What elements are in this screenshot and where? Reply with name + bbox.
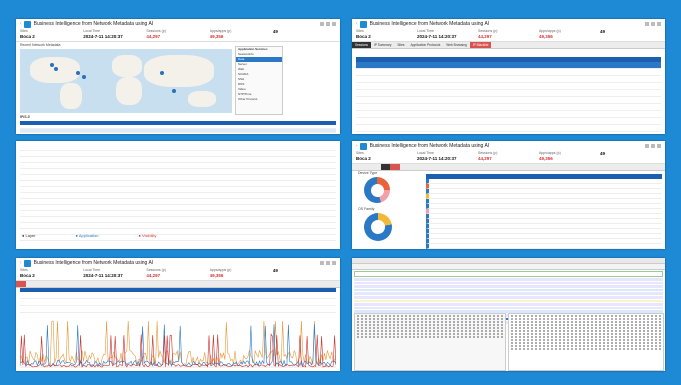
table-row[interactable] (356, 132, 661, 134)
table-row[interactable] (356, 104, 661, 111)
minimize-icon[interactable] (320, 22, 324, 26)
tab-ip-blacklist[interactable]: IP Blacklist (469, 42, 492, 48)
table-row[interactable] (356, 69, 661, 76)
device-type-donut[interactable] (364, 177, 390, 203)
close-icon[interactable] (332, 261, 336, 265)
location-pin-icon[interactable] (172, 89, 176, 93)
close-icon[interactable] (657, 144, 661, 148)
tab-sites[interactable]: Sites (394, 42, 407, 48)
location-pin-icon[interactable] (50, 63, 54, 67)
app-icon (359, 20, 367, 28)
ip-list-panel: ● Layer ● Application ● Visibility (16, 141, 340, 249)
apps-value: 49,356 (209, 34, 224, 39)
packet-details (354, 313, 506, 371)
tab[interactable] (380, 164, 391, 170)
device-table (426, 174, 662, 249)
close-icon[interactable] (657, 22, 661, 26)
footer-visibility: ● Visibility (138, 233, 157, 238)
location-pin-icon[interactable] (82, 75, 86, 79)
summary-table (20, 288, 336, 313)
tab[interactable] (47, 281, 57, 287)
back-icon[interactable]: ‹ (20, 260, 22, 266)
back-icon[interactable]: ‹ (356, 21, 358, 27)
minimize-icon[interactable] (645, 144, 649, 148)
location-pin-icon[interactable] (54, 67, 58, 71)
hex-view (508, 313, 664, 371)
sites-value: Boca 2 (20, 34, 35, 39)
display-filter-input[interactable] (354, 271, 663, 277)
toolbar (352, 264, 665, 270)
os-family-donut[interactable] (364, 213, 392, 241)
back-icon[interactable]: ‹ (20, 21, 22, 27)
table-row[interactable] (20, 306, 336, 313)
legend-item[interactable]: Other Protocol (236, 97, 282, 102)
window-title: Business Intelligence from Network Metad… (33, 260, 154, 266)
packet-capture-panel (352, 258, 665, 371)
window-titlebar: ‹ Business Intelligence from Network Met… (16, 19, 340, 29)
maximize-icon[interactable] (651, 144, 655, 148)
world-map[interactable] (20, 49, 232, 113)
tab[interactable] (362, 164, 372, 170)
map-dashboard-panel: ‹ Business Intelligence from Network Met… (16, 19, 340, 134)
table-row[interactable] (356, 90, 661, 97)
tab-web-browsing[interactable]: Web Browsing (443, 42, 470, 48)
footer-application: ● Application (75, 233, 99, 238)
close-icon[interactable] (332, 22, 336, 26)
app-icon (23, 259, 31, 267)
sessions-value: 44,297 (146, 34, 161, 39)
table-row[interactable] (356, 97, 661, 104)
tab-sessions[interactable]: Sessions (352, 42, 371, 48)
donut2-caption: OS Family (358, 207, 375, 211)
tab[interactable] (16, 281, 27, 287)
table-row[interactable] (20, 299, 336, 306)
device-panel: ‹ Business Intelligence from Network Met… (352, 141, 665, 249)
table-row[interactable] (356, 118, 661, 125)
ip-list-table (20, 145, 336, 241)
tab-app-protocols[interactable]: Application Protocols (408, 42, 444, 48)
table-row[interactable] (356, 125, 661, 132)
table-row[interactable] (356, 76, 661, 83)
window-title: Business Intelligence from Network Metad… (33, 21, 154, 27)
stats-bar: Sites Boca 2 Local Time 2024-7-11 14:20:37… (16, 29, 340, 42)
table-row[interactable] (356, 111, 661, 118)
window-title: Business Intelligence from Network Metad… (369, 21, 490, 27)
window-title: Business Intelligence from Network Metad… (369, 143, 490, 149)
location-pin-icon[interactable] (76, 71, 80, 75)
map-legend: Application Services SessionInfo Data Se… (235, 46, 283, 115)
sessions-table (356, 57, 661, 134)
minimize-icon[interactable] (645, 22, 649, 26)
tab[interactable] (390, 164, 400, 170)
table-row[interactable] (356, 83, 661, 90)
traffic-chart-panel: ‹ Business Intelligence from Network Met… (16, 258, 340, 371)
footer-layer: ● Layer (22, 233, 36, 238)
packet-capture-window (352, 258, 665, 371)
location-pin-icon[interactable] (160, 71, 164, 75)
table-row[interactable] (426, 244, 662, 249)
table-caption: IP/S-0 (20, 115, 30, 119)
tab-ip-summary[interactable]: IP Summary (371, 42, 394, 48)
sessions-panel: ‹ Business Intelligence from Network Met… (352, 19, 665, 134)
tab[interactable] (352, 164, 362, 170)
list-footer: ● Layer ● Application ● Visibility (22, 233, 156, 238)
map-caption: Recent Network Metadata (20, 43, 61, 47)
extra-value: 49 (272, 29, 278, 34)
ip-table (20, 121, 336, 134)
traffic-line-chart[interactable] (20, 320, 336, 368)
app-icon (23, 20, 31, 28)
tab[interactable] (37, 281, 47, 287)
donut1-caption: Device Type (358, 171, 378, 175)
back-icon[interactable]: ‹ (356, 143, 358, 149)
local-time-value: 2024-7-11 14:20:37 (83, 34, 123, 39)
maximize-icon[interactable] (326, 22, 330, 26)
table-row[interactable] (20, 292, 336, 299)
app-icon (359, 142, 367, 150)
tab-bar: Sessions IP Summary Sites Application Pr… (352, 42, 665, 49)
table-row[interactable] (356, 62, 661, 69)
maximize-icon[interactable] (651, 22, 655, 26)
minimize-icon[interactable] (320, 261, 324, 265)
tab[interactable] (371, 164, 381, 170)
maximize-icon[interactable] (326, 261, 330, 265)
tab[interactable] (26, 281, 36, 287)
